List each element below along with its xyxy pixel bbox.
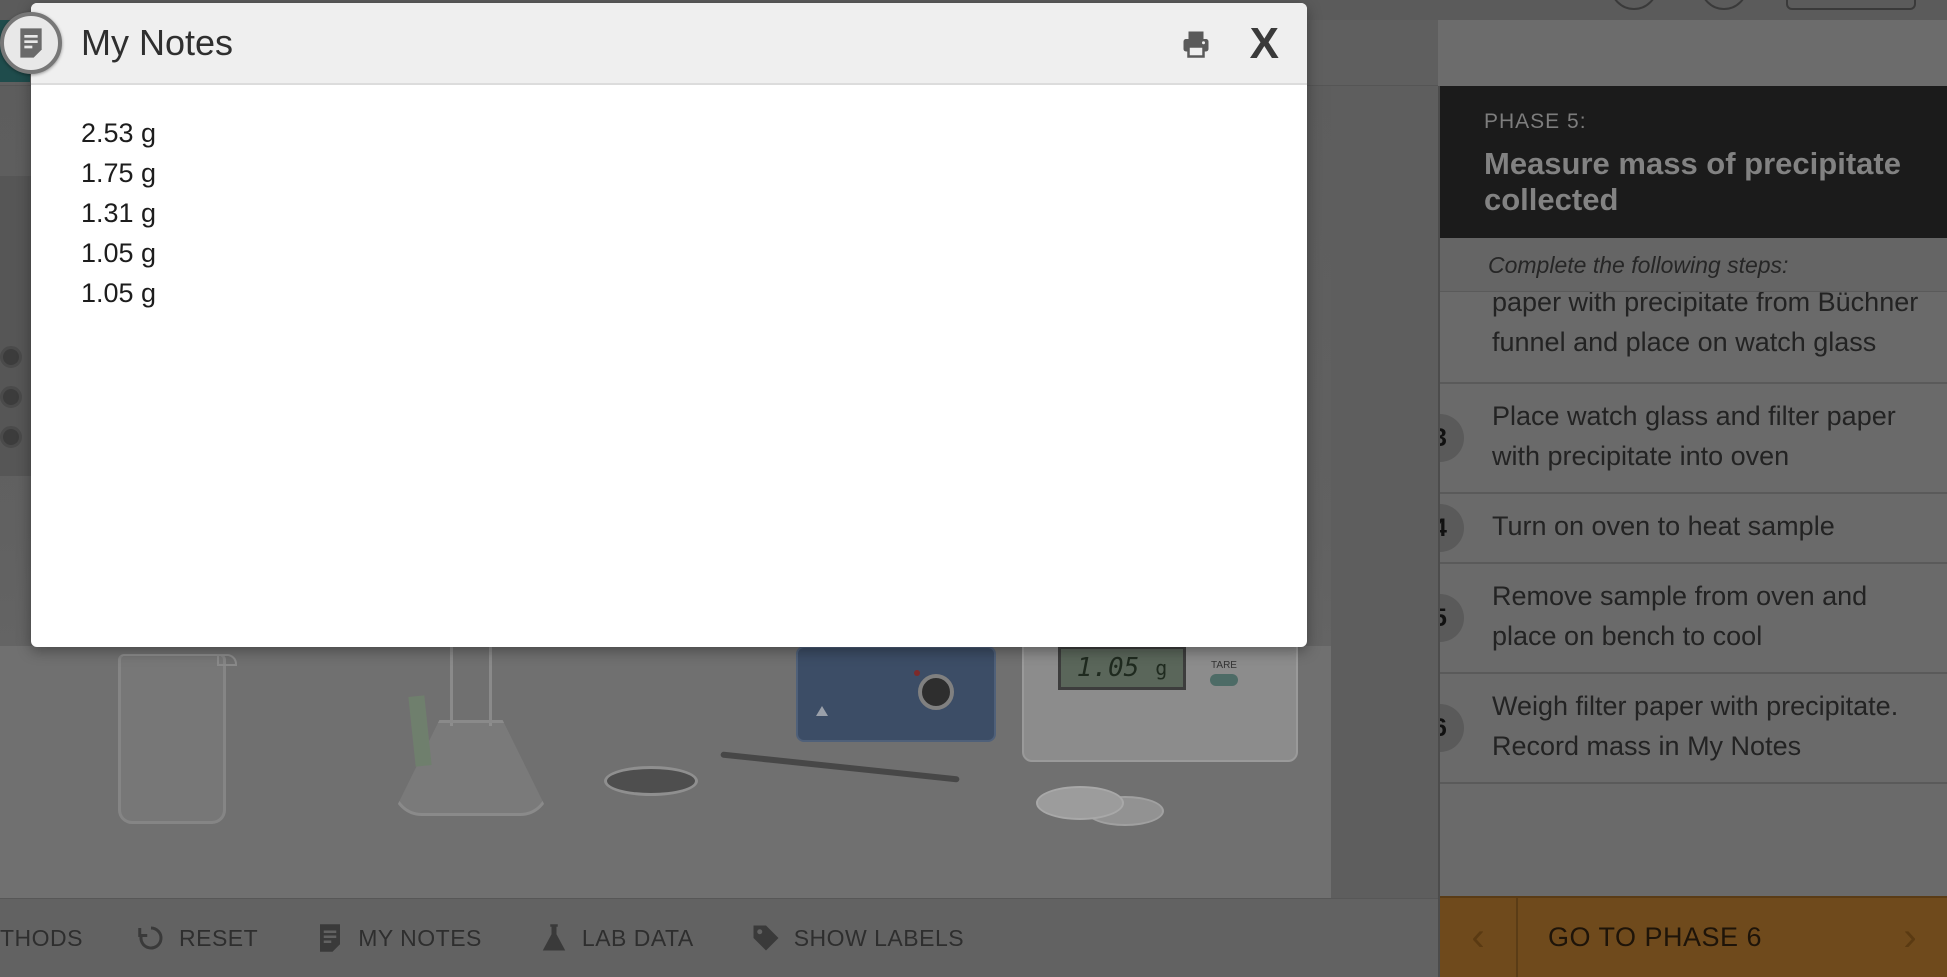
- phase-header: PHASE 5: Measure mass of precipitate col…: [1440, 86, 1947, 238]
- balance-value: 1.05: [1076, 653, 1140, 683]
- watch-glass[interactable]: [604, 766, 698, 796]
- my-notes-dialog: My Notes X 2.53 g 1.75 g 1.31 g 1.05 g 1…: [31, 3, 1307, 647]
- flask-neck: [450, 646, 492, 726]
- toolbar-methods-button[interactable]: THODS: [0, 925, 83, 952]
- close-button[interactable]: X: [1250, 19, 1279, 69]
- beaker[interactable]: [118, 654, 237, 824]
- step-number: 5: [1440, 594, 1464, 642]
- balance-unit: g: [1155, 656, 1168, 680]
- tare-label: TARE: [1211, 660, 1237, 671]
- scene-gap: [1331, 86, 1438, 898]
- toolbar-label: SHOW LABELS: [793, 924, 965, 951]
- instructions-text: Complete the following steps:: [1440, 238, 1947, 292]
- stirrer-dial[interactable]: [918, 674, 954, 710]
- toolbar-show-labels-button[interactable]: SHOW LABELS: [750, 922, 964, 954]
- balance-display: 1.05 g: [1058, 646, 1186, 690]
- hot-plate-stirrer[interactable]: [796, 646, 996, 742]
- step-text: Remove sample from oven and place on ben…: [1492, 581, 1868, 651]
- erlenmeyer-flask[interactable]: [392, 646, 550, 816]
- dialog-header: My Notes X: [31, 3, 1307, 85]
- toolbar-my-notes-button[interactable]: MY NOTES: [314, 922, 482, 954]
- stirrer-triangle-icon: [816, 706, 828, 716]
- tare-button-shape: [1210, 674, 1238, 686]
- step-item: 4 Turn on oven to heat sample: [1440, 494, 1947, 564]
- phase-navigation: ‹ GO TO PHASE 6 ›: [1440, 896, 1947, 977]
- go-to-phase-button[interactable]: GO TO PHASE 6: [1518, 922, 1871, 953]
- top-action-button[interactable]: [1786, 0, 1916, 10]
- knob: [0, 386, 22, 408]
- phase-title: Measure mass of precipitate collected: [1484, 146, 1901, 217]
- chevron-left-icon: ‹: [1471, 915, 1485, 959]
- chevron-right-icon: ›: [1903, 915, 1917, 959]
- toolbar-label: RESET: [179, 924, 259, 951]
- phase-label: PHASE 5:: [1484, 110, 1587, 133]
- printer-icon[interactable]: [1181, 29, 1211, 59]
- reset-icon: [135, 922, 167, 954]
- note-line: 1.05 g: [81, 278, 157, 308]
- tare-button[interactable]: TARE: [1210, 660, 1238, 686]
- note-line: 1.05 g: [81, 238, 157, 268]
- prev-phase-button[interactable]: ‹: [1440, 897, 1518, 977]
- step-text: Weigh filter paper with precipitate. Rec…: [1492, 691, 1899, 761]
- step-item: 3 Place watch glass and filter paper wit…: [1440, 384, 1947, 494]
- stirrer-led: [914, 670, 920, 676]
- flask-label: [408, 695, 432, 767]
- note-line: 2.53 g: [81, 118, 157, 148]
- toolbar-label: MY NOTES: [358, 924, 482, 951]
- toolbar-reset-button[interactable]: RESET: [135, 922, 258, 954]
- notes-icon: [314, 922, 346, 954]
- analytical-balance[interactable]: 1.05 g TARE: [1022, 632, 1298, 762]
- step-number: 4: [1440, 504, 1464, 552]
- note-line: 1.75 g: [81, 158, 157, 188]
- knob: [0, 426, 22, 448]
- globe-button[interactable]: [1610, 0, 1658, 10]
- knob: [0, 346, 22, 368]
- tag-icon: [750, 922, 782, 954]
- filter-papers[interactable]: [1036, 786, 1166, 830]
- flask-icon: [538, 922, 570, 954]
- toolbar-lab-data-button[interactable]: LAB DATA: [538, 922, 694, 954]
- toolbar-label: THODS: [0, 924, 83, 951]
- step-item: 5 Remove sample from oven and place on b…: [1440, 564, 1947, 674]
- note-line: 1.31 g: [81, 198, 157, 228]
- phase-panel: PHASE 5: Measure mass of precipitate col…: [1438, 86, 1947, 977]
- dialog-title: My Notes: [81, 22, 234, 63]
- step-number: 6: [1440, 704, 1464, 752]
- step-text: Turn on oven to heat sample: [1492, 511, 1835, 541]
- notes-content[interactable]: 2.53 g 1.75 g 1.31 g 1.05 g 1.05 g: [31, 85, 1307, 341]
- toolbar-label: LAB DATA: [581, 924, 694, 951]
- bottom-toolbar: THODS RESET MY NOTES LAB DATA SHOW LABEL…: [0, 898, 1438, 977]
- steps-list[interactable]: paper with precipitate from Büchner funn…: [1440, 292, 1947, 896]
- step-item: paper with precipitate from Büchner funn…: [1440, 292, 1947, 384]
- filter-paper: [1036, 786, 1124, 820]
- step-item: 6 Weigh filter paper with precipitate. R…: [1440, 674, 1947, 784]
- step-text: Place watch glass and filter paper with …: [1492, 401, 1896, 471]
- step-text: paper with precipitate from Büchner funn…: [1492, 292, 1919, 357]
- globe-button-2[interactable]: [1700, 0, 1748, 10]
- next-phase-button[interactable]: ›: [1871, 897, 1947, 977]
- step-number: 3: [1440, 414, 1464, 462]
- notes-badge-icon: [0, 12, 62, 74]
